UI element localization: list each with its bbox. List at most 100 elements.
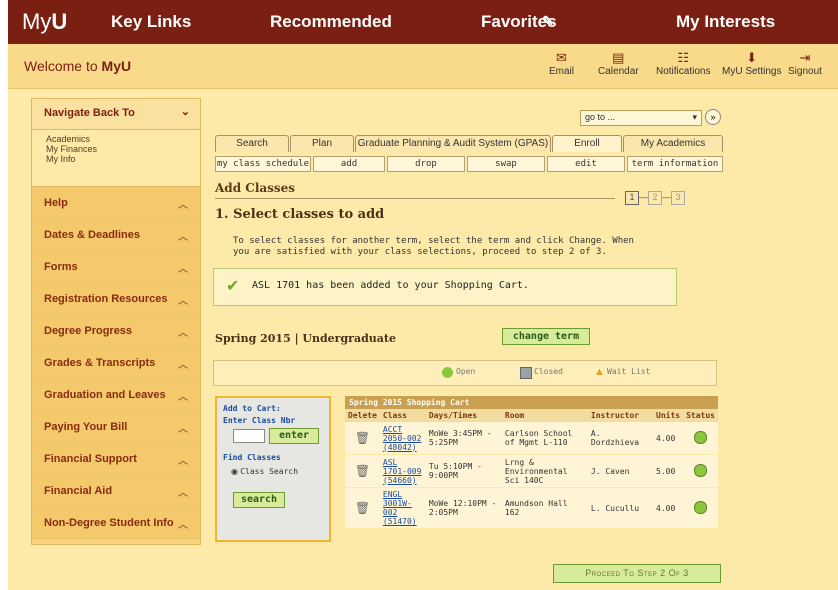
class-link[interactable]: ASL 1701-009 (54660): [383, 458, 422, 485]
enter-button[interactable]: enter: [269, 428, 319, 444]
subtab-drop[interactable]: drop: [387, 156, 465, 172]
chevron-up-icon: ︿: [178, 200, 188, 211]
tab-enroll[interactable]: Enroll: [552, 135, 622, 152]
link-my-info[interactable]: My Info: [46, 154, 186, 164]
nav-recommended[interactable]: Recommended: [270, 12, 392, 32]
instructions: To select classes for another term, sele…: [233, 236, 634, 257]
chevron-up-icon: ︿: [178, 392, 188, 403]
confirmation-box: ✔ ASL 1701 has been added to your Shoppi…: [213, 268, 677, 306]
closed-icon: [520, 367, 532, 379]
radio-selected-icon: ◉: [231, 467, 238, 476]
search-button[interactable]: search: [233, 492, 285, 508]
cart-header-row: Delete Class Days/Times Room Instructor …: [345, 409, 718, 422]
sidebar-item-graduation[interactable]: Graduation and Leaves ︿: [32, 379, 200, 411]
open-status-icon: [694, 500, 708, 514]
email-icon: ✉: [556, 50, 567, 65]
step-1: 1: [625, 191, 639, 205]
nav-my-interests[interactable]: My Interests: [676, 12, 775, 32]
table-row: 🗑 ASL 1701-009 (54660) Tu 5:10PM - 9:00P…: [345, 454, 718, 488]
tab-my-academics[interactable]: My Academics: [623, 135, 723, 152]
wait-list-icon: ▲: [594, 366, 605, 378]
enter-class-nbr-label: Enter Class Nbr: [223, 416, 296, 425]
navigate-back-links: Academics My Finances My Info: [32, 130, 200, 187]
chevron-up-icon: ︿: [178, 360, 188, 371]
email-tool[interactable]: ✉ Email: [549, 50, 574, 77]
subtab-swap[interactable]: swap: [467, 156, 545, 172]
trash-icon[interactable]: 🗑: [355, 464, 370, 478]
myu-logo[interactable]: MyU: [8, 9, 92, 35]
status-legend: Open Closed ▲ Wait List: [213, 360, 717, 386]
step-title: 1. Select classes to add: [215, 207, 385, 222]
tab-search[interactable]: Search: [215, 135, 289, 152]
trash-icon[interactable]: 🗑: [355, 501, 370, 515]
term-label: Spring 2015 | Undergraduate: [215, 332, 396, 345]
class-link[interactable]: ACCT 2050-002 (48042): [383, 425, 422, 452]
app-frame: MyU Key Links Recommended Favorites ✎ My…: [8, 0, 838, 590]
subtab-term-info[interactable]: term information: [627, 156, 723, 172]
sidebar-item-financial-aid[interactable]: Financial Aid ︿: [32, 475, 200, 507]
find-classes-label: Find Classes: [223, 453, 281, 462]
chevron-up-icon: ︿: [178, 488, 188, 499]
open-status-icon: [694, 463, 708, 477]
add-to-cart-label: Add to Cart:: [223, 404, 281, 413]
settings-icon: ⬇: [746, 50, 758, 65]
welcome-text: Welcome to MyU: [24, 58, 132, 74]
shopping-cart: Spring 2015 Shopping Cart Delete Class D…: [345, 396, 718, 529]
checkmark-icon: ✔: [226, 278, 240, 295]
dropdown-arrow-icon: ▾: [692, 112, 697, 122]
proceed-button[interactable]: Proceed To Step 2 Of 3: [553, 564, 721, 583]
chevron-down-icon: ⌄: [180, 106, 190, 118]
nav-key-links[interactable]: Key Links: [111, 12, 191, 32]
link-my-finances[interactable]: My Finances: [46, 144, 186, 154]
sidebar-item-financial-support[interactable]: Financial Support ︿: [32, 443, 200, 475]
sidebar-item-help[interactable]: Help ︿: [32, 187, 200, 219]
cart-table: Delete Class Days/Times Room Instructor …: [345, 409, 718, 529]
table-row: 🗑 ACCT 2050-002 (48042) MoWe 3:45PM - 5:…: [345, 422, 718, 455]
pencil-icon[interactable]: ✎: [542, 13, 554, 30]
sidebar-item-degree[interactable]: Degree Progress ︿: [32, 315, 200, 347]
sidebar-item-forms[interactable]: Forms ︿: [32, 251, 200, 283]
class-nbr-input[interactable]: [233, 429, 265, 443]
chevron-up-icon: ︿: [178, 328, 188, 339]
subtab-edit[interactable]: edit: [547, 156, 625, 172]
chevron-up-icon: ︿: [178, 232, 188, 243]
chevron-up-icon: ︿: [178, 456, 188, 467]
subtab-add[interactable]: add: [313, 156, 385, 172]
navigate-back-label: Navigate Back To: [44, 107, 135, 119]
class-search-radio[interactable]: ◉ Class Search: [231, 467, 298, 476]
open-icon: [442, 367, 453, 378]
sidebar-item-dates[interactable]: Dates & Deadlines ︿: [32, 219, 200, 251]
goto-select[interactable]: go to ... ▾: [580, 110, 702, 126]
top-nav: MyU Key Links Recommended Favorites ✎ My…: [8, 0, 838, 44]
tab-gpas[interactable]: Graduate Planning & Audit System (GPAS): [355, 135, 551, 152]
navigate-back-header[interactable]: Navigate Back To ⌄: [32, 99, 200, 130]
sidebar-item-registration[interactable]: Registration Resources ︿: [32, 283, 200, 315]
table-row: 🗑 ENGL 3001W-002 (51470) MoWe 12:10PM - …: [345, 487, 718, 529]
settings-tool[interactable]: ⬇ MyU Settings: [722, 50, 781, 77]
calendar-tool[interactable]: ▤ Calendar: [598, 50, 639, 77]
section-divider: [215, 198, 615, 199]
goto-button[interactable]: »: [705, 109, 721, 125]
confirmation-text: ASL 1701 has been added to your Shopping…: [252, 280, 529, 291]
chevron-up-icon: ︿: [178, 264, 188, 275]
notifications-tool[interactable]: ☷ Notifications: [656, 50, 710, 77]
sidebar: Navigate Back To ⌄ Academics My Finances…: [31, 98, 201, 545]
calendar-icon: ▤: [612, 50, 625, 65]
step-3: 3: [671, 191, 685, 205]
chevron-up-icon: ︿: [178, 296, 188, 307]
cart-title: Spring 2015 Shopping Cart: [345, 396, 718, 409]
sidebar-item-grades[interactable]: Grades & Transcripts ︿: [32, 347, 200, 379]
sidebar-item-non-degree[interactable]: Non-Degree Student Info ︿: [32, 507, 200, 539]
sidebar-item-bill[interactable]: Paying Your Bill ︿: [32, 411, 200, 443]
signout-tool[interactable]: ⇥ Signout: [788, 50, 822, 77]
link-academics[interactable]: Academics: [46, 134, 186, 144]
subtab-class-schedule[interactable]: my class schedule: [215, 156, 311, 172]
welcome-bar: Welcome to MyU ✉ Email ▤ Calendar ☷ Notific…: [8, 44, 838, 89]
tab-plan[interactable]: Plan: [290, 135, 354, 152]
change-term-button[interactable]: change term: [502, 328, 590, 345]
trash-icon[interactable]: 🗑: [355, 431, 370, 445]
add-to-cart-panel: Add to Cart: Enter Class Nbr enter Find …: [215, 396, 331, 542]
class-link[interactable]: ENGL 3001W-002 (51470): [383, 490, 417, 526]
chevron-up-icon: ︿: [178, 520, 188, 531]
step-indicator: 1—2—3: [625, 191, 685, 205]
